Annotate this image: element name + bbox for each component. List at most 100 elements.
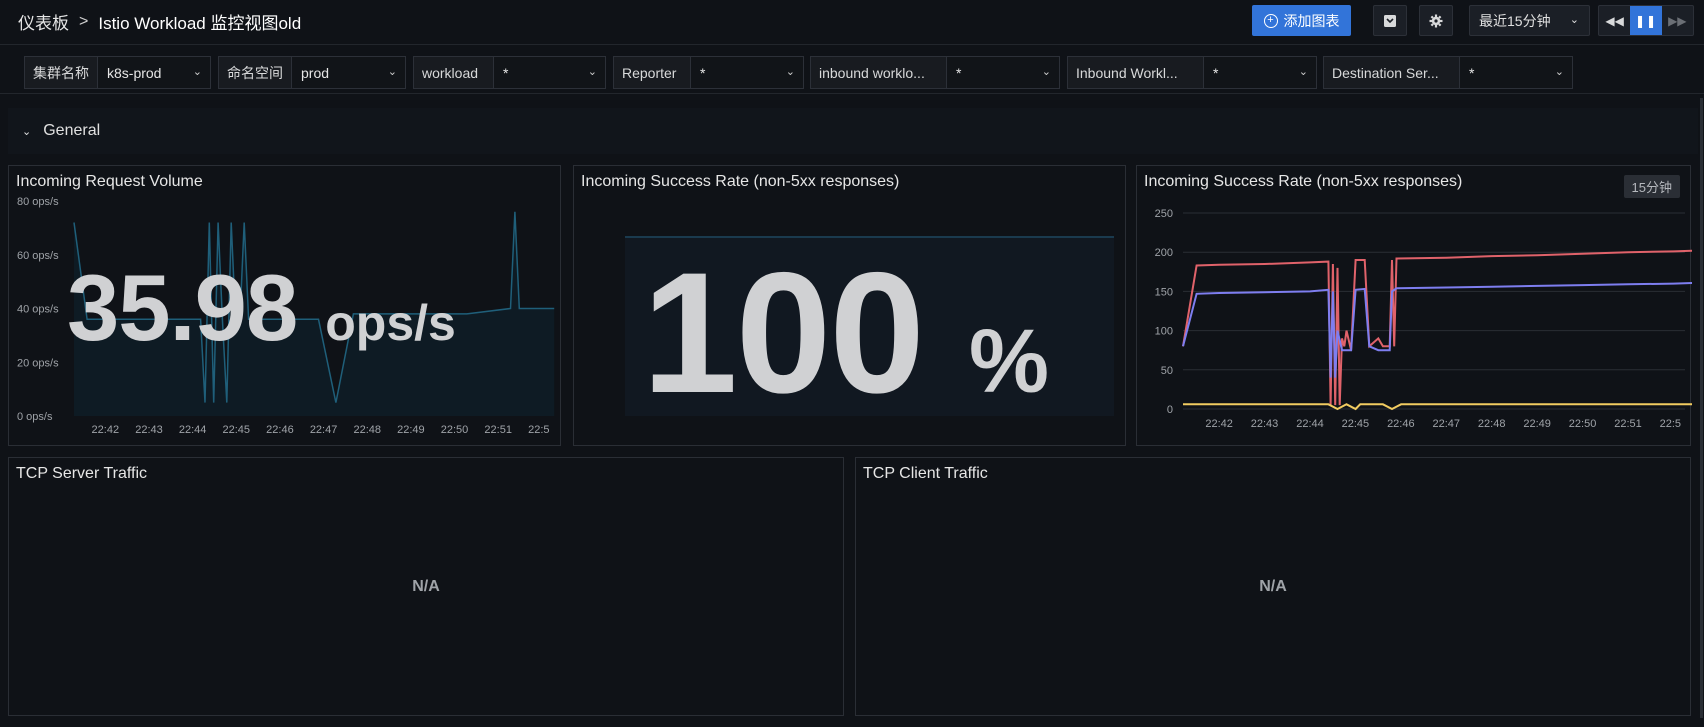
- series-line-0: [1182, 249, 1692, 406]
- rewind-button[interactable]: ◀◀: [1599, 6, 1630, 35]
- x-tick-label: 22:51: [1614, 418, 1642, 430]
- variable-value: *: [700, 64, 706, 81]
- y-tick-label: 250: [1155, 208, 1173, 220]
- x-tick-label: 22:48: [353, 424, 381, 436]
- refresh-controls: ◀◀ ❚❚ ▶▶: [1598, 5, 1694, 36]
- variable-inbound-workload-namespace[interactable]: inbound worklo... * ⌄: [810, 56, 1060, 89]
- x-tick-label: 22:42: [1205, 418, 1233, 430]
- variable-inbound-workload[interactable]: Inbound Workl... * ⌄: [1067, 56, 1317, 89]
- top-bar: 仪表板 > Istio Workload 监控视图old + 添加图表 最近15…: [0, 0, 1704, 40]
- variable-namespace[interactable]: 命名空间 prod ⌄: [218, 56, 406, 89]
- success-rate-stat: 100 %: [642, 234, 1122, 432]
- gear-icon: [1429, 14, 1443, 27]
- save-icon: [1384, 14, 1396, 27]
- variable-value: *: [956, 64, 962, 81]
- variable-label: Reporter: [614, 57, 691, 88]
- breadcrumb-root[interactable]: 仪表板: [18, 9, 69, 34]
- x-tick-label: 22:50: [441, 424, 469, 436]
- y-tick-label: 40 ops/s: [17, 304, 59, 316]
- variable-workload[interactable]: workload * ⌄: [413, 56, 606, 89]
- x-tick-label: 22:51: [484, 424, 512, 436]
- variable-value: prod: [301, 64, 330, 81]
- panel-success-rate-stat: Incoming Success Rate (non-5xx responses…: [573, 165, 1126, 446]
- x-tick-label: 22:45: [1342, 418, 1370, 430]
- dashboard-title: Istio Workload 监控视图old: [98, 14, 302, 33]
- stat-value: 35.98: [67, 255, 298, 360]
- chevron-down-icon: ⌄: [192, 66, 202, 78]
- series-line-1: [1182, 281, 1692, 378]
- x-tick-label: 22:49: [1523, 418, 1551, 430]
- x-tick-label: 22:44: [179, 424, 207, 436]
- add-panel-button[interactable]: + 添加图表: [1252, 5, 1351, 36]
- request-volume-stat: 35.98 ops/s: [67, 254, 567, 362]
- y-tick-label: 0 ops/s: [17, 411, 53, 423]
- y-tick-label: 20 ops/s: [17, 357, 59, 369]
- panel-tcp-client-traffic: TCP Client Traffic N/A: [855, 457, 1691, 716]
- panel-tcp-server-traffic: TCP Server Traffic N/A: [8, 457, 844, 716]
- x-tick-label: 22:44: [1296, 418, 1324, 430]
- y-tick-label: 0: [1167, 404, 1173, 416]
- pause-button[interactable]: ❚❚: [1630, 6, 1662, 35]
- variable-value: *: [503, 64, 509, 81]
- panel-success-rate-graph: Incoming Success Rate (non-5xx responses…: [1136, 165, 1692, 446]
- y-tick-label: 80 ops/s: [17, 196, 59, 208]
- y-tick-label: 60 ops/s: [17, 250, 59, 262]
- variable-label: 集群名称: [25, 57, 98, 88]
- x-tick-label: 22:46: [266, 424, 294, 436]
- x-tick-label: 22:47: [310, 424, 338, 436]
- variable-label: Destination Ser...: [1324, 57, 1460, 88]
- y-tick-label: 200: [1155, 247, 1173, 259]
- time-range-picker[interactable]: 最近15分钟 ⌄: [1469, 5, 1590, 36]
- x-tick-label: 22:50: [1569, 418, 1597, 430]
- variable-value: *: [1213, 64, 1219, 81]
- chevron-down-icon: ⌄: [387, 66, 397, 78]
- variable-destination-service[interactable]: Destination Ser... * ⌄: [1323, 56, 1573, 89]
- x-tick-label: 22:43: [135, 424, 163, 436]
- panel-incoming-request-volume: Incoming Request Volume 0 ops/s 20 ops/s 4…: [8, 165, 561, 446]
- x-tick-label: 22:5: [1660, 418, 1681, 430]
- no-data-text: N/A: [412, 577, 440, 595]
- x-tick-label: 22:42: [92, 424, 120, 436]
- x-tick-label: 22:48: [1478, 418, 1506, 430]
- x-tick-label: 22:43: [1251, 418, 1279, 430]
- row-header-general[interactable]: ⌄ General: [8, 108, 1698, 154]
- chevron-down-icon: ⌄: [1569, 14, 1579, 26]
- stat-unit: %: [968, 312, 1050, 412]
- variable-reporter[interactable]: Reporter * ⌄: [613, 56, 804, 89]
- fast-forward-icon: ▶▶: [1668, 13, 1687, 28]
- panel-title[interactable]: Incoming Success Rate (non-5xx responses…: [581, 173, 899, 191]
- breadcrumb-separator: >: [79, 12, 89, 30]
- scrollbar[interactable]: [1700, 98, 1703, 718]
- chevron-down-icon: ⌄: [1041, 66, 1051, 78]
- variable-label: workload: [414, 57, 494, 88]
- stat-unit: ops/s: [325, 295, 456, 351]
- x-tick-label: 22:45: [223, 424, 251, 436]
- x-tick-label: 22:5: [528, 424, 549, 436]
- chevron-down-icon: ⌄: [1298, 66, 1308, 78]
- forward-button[interactable]: ▶▶: [1662, 6, 1693, 35]
- y-tick-label: 150: [1155, 286, 1173, 298]
- stat-value: 100: [642, 237, 925, 429]
- y-tick-label: 100: [1155, 326, 1173, 338]
- x-tick-label: 22:49: [397, 424, 425, 436]
- x-tick-label: 22:47: [1432, 418, 1460, 430]
- variable-value: *: [1469, 64, 1475, 81]
- breadcrumb: 仪表板 > Istio Workload 监控视图old: [18, 9, 301, 34]
- chevron-down-icon: ⌄: [22, 125, 32, 138]
- settings-button[interactable]: [1419, 5, 1453, 36]
- chevron-down-icon: ⌄: [587, 66, 597, 78]
- save-dashboard-button[interactable]: [1373, 5, 1407, 36]
- plus-circle-icon: +: [1263, 13, 1278, 28]
- series-line-2: [1183, 403, 1692, 411]
- chevron-down-icon: ⌄: [1554, 66, 1564, 78]
- x-tick-label: 22:46: [1387, 418, 1415, 430]
- variable-label: Inbound Workl...: [1068, 57, 1204, 88]
- row-title: General: [43, 122, 101, 139]
- variable-value: k8s-prod: [107, 64, 162, 81]
- chevron-down-icon: ⌄: [785, 66, 795, 78]
- time-range-label: 最近15分钟: [1479, 12, 1551, 29]
- variable-cluster[interactable]: 集群名称 k8s-prod ⌄: [24, 56, 211, 89]
- no-data-text: N/A: [1259, 577, 1287, 595]
- variables-bar: 集群名称 k8s-prod ⌄ 命名空间 prod ⌄ workload * ⌄ Re…: [0, 44, 1704, 94]
- variable-label: inbound worklo...: [811, 57, 947, 88]
